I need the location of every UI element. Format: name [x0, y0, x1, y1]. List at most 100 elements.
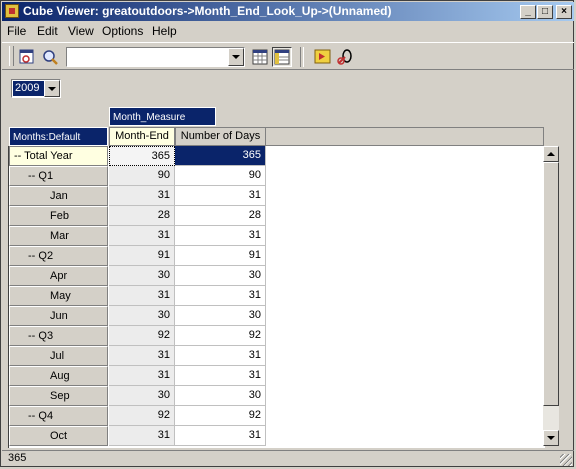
column-dimension-header[interactable]: Month_Measure	[109, 107, 216, 126]
vertical-scrollbar[interactable]	[543, 146, 559, 446]
table-row: Apr 30 30	[9, 266, 545, 286]
menu-view[interactable]: View	[68, 24, 94, 38]
row-member-label[interactable]: Feb	[9, 206, 108, 226]
menu-bar: File Edit View Options Help	[2, 22, 574, 40]
table-row: -- Q2 91 91	[9, 246, 545, 266]
table-row: -- Q4 92 92	[9, 406, 545, 426]
row-member-label[interactable]: Oct	[9, 426, 108, 446]
row-member-label[interactable]: Mar	[9, 226, 108, 246]
row-member-label[interactable]: Jan	[9, 186, 108, 206]
view-selector-combo[interactable]	[66, 47, 245, 67]
title-bar[interactable]: Cube Viewer: greatoutdoors->Month_End_Lo…	[2, 2, 574, 21]
table-row: Mar 31 31	[9, 226, 545, 246]
row-member-label[interactable]: -- Q4	[9, 406, 108, 426]
row-member-label[interactable]: Jul	[9, 346, 108, 366]
column-header-number-of-days[interactable]: Number of Days	[175, 127, 266, 146]
row-member-label[interactable]: -- Total Year	[9, 146, 108, 166]
cell-number-of-days[interactable]: 31	[175, 346, 266, 366]
cell-number-of-days[interactable]: 31	[175, 286, 266, 306]
table-row: Oct 31 31	[9, 426, 545, 446]
recalculate-icon[interactable]	[17, 47, 37, 67]
scroll-thumb[interactable]	[543, 162, 559, 406]
cell-month-end[interactable]: 31	[109, 346, 175, 366]
scroll-down-button[interactable]	[543, 430, 559, 446]
cell-month-end[interactable]: 90	[109, 166, 175, 186]
menu-help[interactable]: Help	[152, 24, 177, 38]
execute-icon[interactable]	[313, 47, 333, 67]
column-header-filler	[266, 127, 544, 146]
row-member-label[interactable]: -- Q1	[9, 166, 108, 186]
cell-number-of-days[interactable]: 92	[175, 406, 266, 426]
cell-number-of-days[interactable]: 91	[175, 246, 266, 266]
year-value: 2009	[13, 81, 45, 96]
resize-grip[interactable]	[560, 454, 572, 466]
cell-month-end[interactable]: 30	[109, 306, 175, 326]
toolbar-grip[interactable]	[9, 46, 14, 66]
cell-number-of-days[interactable]: 92	[175, 326, 266, 346]
cell-month-end[interactable]: 91	[109, 246, 175, 266]
cell-number-of-days[interactable]: 30	[175, 386, 266, 406]
row-member-label[interactable]: Jun	[9, 306, 108, 326]
row-member-label[interactable]: Aug	[9, 366, 108, 386]
cell-month-end[interactable]: 30	[109, 266, 175, 286]
row-member-label[interactable]: -- Q2	[9, 246, 108, 266]
cell-month-end[interactable]: 30	[109, 386, 175, 406]
cell-month-end[interactable]: 365	[109, 146, 175, 166]
cell-number-of-days[interactable]: 30	[175, 306, 266, 326]
cell-number-of-days[interactable]: 31	[175, 226, 266, 246]
cell-month-end[interactable]: 31	[109, 366, 175, 386]
table-row: -- Q3 92 92	[9, 326, 545, 346]
grid-view-icon[interactable]	[250, 47, 270, 67]
column-header-month-end[interactable]: Month-End	[109, 127, 175, 146]
cube-app-icon	[5, 4, 19, 18]
year-selector[interactable]: 2009	[11, 79, 61, 98]
chevron-down-icon[interactable]	[228, 48, 244, 66]
menu-file[interactable]: File	[7, 24, 26, 38]
toolbar	[2, 42, 574, 70]
cell-month-end[interactable]: 31	[109, 426, 175, 446]
row-member-label[interactable]: Apr	[9, 266, 108, 286]
table-row: Feb 28 28	[9, 206, 545, 226]
cell-number-of-days[interactable]: 31	[175, 426, 266, 446]
row-dimension-header[interactable]: Months:Default	[9, 127, 108, 146]
table-row: -- Total Year 365 365	[9, 146, 545, 166]
minimize-button[interactable]: _	[520, 5, 536, 19]
status-bar: 365	[2, 450, 574, 467]
cell-number-of-days[interactable]: 90	[175, 166, 266, 186]
status-text: 365	[8, 452, 27, 464]
maximize-button[interactable]: □	[537, 5, 553, 19]
table-row: Sep 30 30	[9, 386, 545, 406]
zero-suppress-icon[interactable]	[336, 47, 356, 67]
cell-month-end[interactable]: 28	[109, 206, 175, 226]
table-row: Jan 31 31	[9, 186, 545, 206]
cell-month-end[interactable]: 92	[109, 326, 175, 346]
cell-month-end[interactable]: 31	[109, 186, 175, 206]
toolbar-separator	[300, 47, 304, 67]
cell-number-of-days[interactable]: 30	[175, 266, 266, 286]
cell-month-end[interactable]: 31	[109, 226, 175, 246]
cell-number-of-days[interactable]: 31	[175, 186, 266, 206]
cell-month-end[interactable]: 92	[109, 406, 175, 426]
tabular-view-icon[interactable]	[272, 47, 292, 67]
table-row: Aug 31 31	[9, 366, 545, 386]
menu-edit[interactable]: Edit	[37, 24, 58, 38]
window-title: Cube Viewer: greatoutdoors->Month_End_Lo…	[23, 4, 392, 18]
scroll-up-button[interactable]	[543, 146, 559, 162]
cell-number-of-days[interactable]: 31	[175, 366, 266, 386]
table-row: Jun 30 30	[9, 306, 545, 326]
menu-options[interactable]: Options	[102, 24, 143, 38]
table-row: -- Q1 90 90	[9, 166, 545, 186]
cell-number-of-days[interactable]: 28	[175, 206, 266, 226]
cell-number-of-days[interactable]: 365	[175, 146, 266, 166]
data-grid: -- Total Year 365 365 -- Q1 90 90 Jan 31 31 Feb 28…	[8, 146, 545, 448]
chevron-down-icon[interactable]	[44, 80, 60, 97]
cube-viewer-window: Cube Viewer: greatoutdoors->Month_End_Lo…	[0, 0, 574, 467]
close-button[interactable]: ×	[556, 5, 572, 19]
table-row: May 31 31	[9, 286, 545, 306]
row-member-label[interactable]: May	[9, 286, 108, 306]
row-member-label[interactable]: Sep	[9, 386, 108, 406]
cell-month-end[interactable]: 31	[109, 286, 175, 306]
table-row: Jul 31 31	[9, 346, 545, 366]
zoom-icon[interactable]	[40, 47, 60, 67]
row-member-label[interactable]: -- Q3	[9, 326, 108, 346]
